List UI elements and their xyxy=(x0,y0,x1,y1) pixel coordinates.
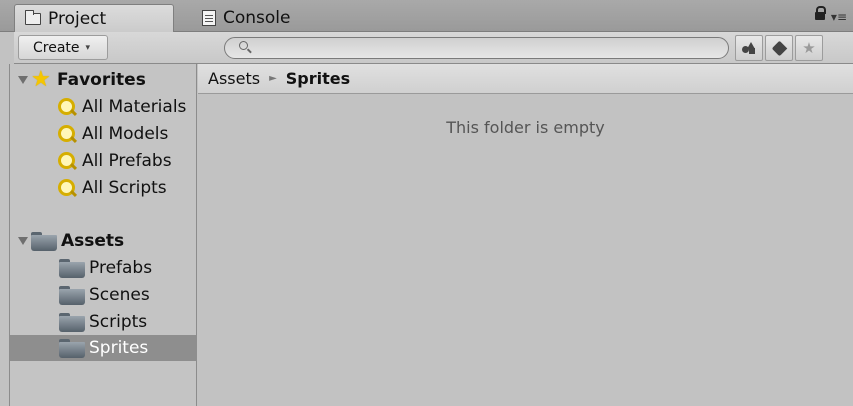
tab-console-label: Console xyxy=(223,8,291,28)
save-favorite-button[interactable]: ★ xyxy=(795,35,823,61)
search-filter-icon xyxy=(57,178,77,198)
tree-assets-header[interactable]: Assets xyxy=(18,228,124,254)
search-icon xyxy=(239,41,248,50)
lock-icon[interactable] xyxy=(815,6,826,20)
tree-item-scenes[interactable]: Scenes xyxy=(59,282,150,308)
tree-item-label: All Scripts xyxy=(82,178,167,198)
search-input[interactable] xyxy=(224,37,729,59)
folder-icon xyxy=(59,338,85,358)
empty-folder-message: This folder is empty xyxy=(446,118,605,137)
breadcrumb-separator-icon: ► xyxy=(269,73,277,84)
folder-icon xyxy=(31,231,57,251)
breadcrumb: Assets ► Sprites xyxy=(198,64,853,94)
tab-project[interactable]: Project xyxy=(14,4,174,32)
assets-label: Assets xyxy=(61,231,125,251)
tree-item-scripts[interactable]: Scripts xyxy=(59,309,147,335)
star-icon: ★ xyxy=(802,39,816,57)
tree-item-label: Scripts xyxy=(89,312,148,332)
tag-icon xyxy=(771,40,787,56)
chevron-down-icon: ▾ xyxy=(85,42,91,53)
expand-arrow-icon[interactable] xyxy=(18,237,28,245)
tree-favorites-header[interactable]: ★ Favorites xyxy=(18,67,146,93)
window-tab-bar: Project Console ▾≡ xyxy=(0,0,853,32)
search-filter-icon xyxy=(57,97,77,117)
tree-item-all-models[interactable]: All Models xyxy=(57,121,168,147)
tab-console[interactable]: Console xyxy=(192,4,352,32)
tree-item-prefabs[interactable]: Prefabs xyxy=(59,255,152,281)
create-button[interactable]: Create ▾ xyxy=(18,35,108,60)
tree-item-all-materials[interactable]: All Materials xyxy=(57,94,186,120)
tab-project-label: Project xyxy=(48,8,107,29)
search-filter-icon xyxy=(57,151,77,171)
tree-item-label: Sprites xyxy=(89,338,149,358)
expand-arrow-icon[interactable] xyxy=(18,76,28,84)
project-tree-panel: ★ Favorites All Materials All Models All… xyxy=(9,64,197,406)
folder-icon xyxy=(59,258,85,278)
tree-item-label: Prefabs xyxy=(89,258,153,278)
tree-item-label: All Materials xyxy=(82,97,187,117)
folder-icon xyxy=(25,9,41,25)
folder-icon xyxy=(59,312,85,332)
star-icon: ★ xyxy=(31,67,51,92)
project-toolbar: Create ▾ ★ xyxy=(14,32,853,64)
tree-item-label: All Prefabs xyxy=(82,151,172,171)
shapes-icon xyxy=(742,42,756,54)
console-icon xyxy=(202,10,216,26)
tree-item-all-prefabs[interactable]: All Prefabs xyxy=(57,148,172,174)
panel-menu-icon[interactable]: ▾≡ xyxy=(831,11,847,23)
tree-item-all-scripts[interactable]: All Scripts xyxy=(57,175,167,201)
search-filter-icon xyxy=(57,124,77,144)
breadcrumb-sprites[interactable]: Sprites xyxy=(286,69,350,88)
favorites-label: Favorites xyxy=(57,70,146,90)
create-button-label: Create xyxy=(33,39,80,56)
folder-icon xyxy=(59,285,85,305)
tree-item-sprites[interactable]: Sprites xyxy=(10,335,197,361)
tree-item-label: All Models xyxy=(82,124,169,144)
breadcrumb-assets[interactable]: Assets xyxy=(208,69,260,88)
tree-item-label: Scenes xyxy=(89,285,150,305)
filter-by-type-button[interactable] xyxy=(735,35,763,61)
folder-contents-panel: Assets ► Sprites This folder is empty xyxy=(198,64,853,406)
filter-by-label-button[interactable] xyxy=(765,35,793,61)
